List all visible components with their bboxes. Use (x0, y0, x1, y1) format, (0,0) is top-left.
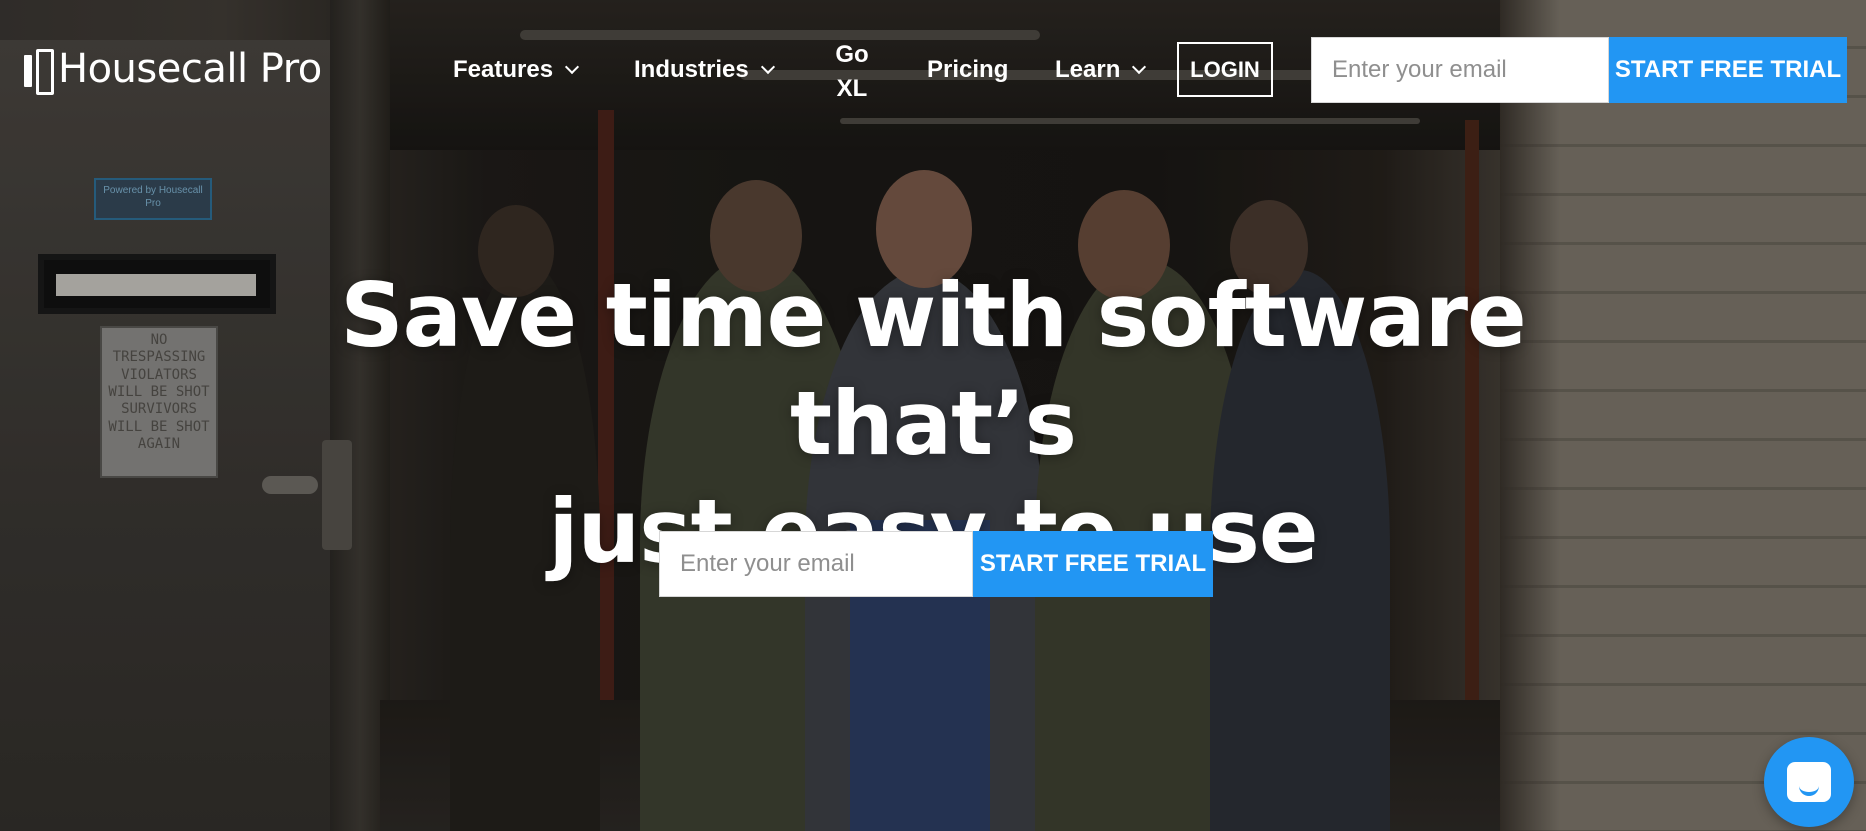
housecall-pro-logo-icon (24, 49, 54, 95)
header-start-free-trial-button[interactable]: START FREE TRIAL (1609, 37, 1847, 103)
hero-headline-line1: Save time with software that’s (340, 264, 1526, 475)
nav-features[interactable]: Features (453, 56, 580, 84)
nav-pricing-label: Pricing (927, 56, 1009, 83)
nav-learn[interactable]: Learn (1055, 56, 1147, 84)
nav-go-xl-label-line1: Go (835, 41, 869, 68)
login-button[interactable]: LOGIN (1177, 42, 1273, 97)
nav-pricing[interactable]: Pricing (927, 56, 1008, 84)
hero-start-free-trial-button[interactable]: START FREE TRIAL (973, 531, 1213, 597)
chevron-down-icon (564, 59, 580, 75)
nav-go-xl-label-line2: XL (836, 75, 868, 102)
chat-bubble-icon (1787, 762, 1831, 802)
chat-launcher-button[interactable] (1764, 737, 1854, 827)
chevron-down-icon (1132, 59, 1147, 75)
chevron-down-icon (760, 59, 775, 75)
hero-email-input[interactable] (659, 531, 973, 597)
nav-industries-label: Industries (634, 56, 749, 83)
nav-go-xl[interactable]: Go XL (830, 38, 874, 106)
nav-industries[interactable]: Industries (634, 56, 775, 84)
housecall-pro-logo[interactable]: Housecall Pro (24, 46, 322, 95)
nav-learn-label: Learn (1055, 56, 1121, 83)
header-email-input[interactable] (1311, 37, 1609, 103)
logo-text: Housecall Pro (58, 46, 322, 92)
nav-features-label: Features (453, 56, 554, 83)
